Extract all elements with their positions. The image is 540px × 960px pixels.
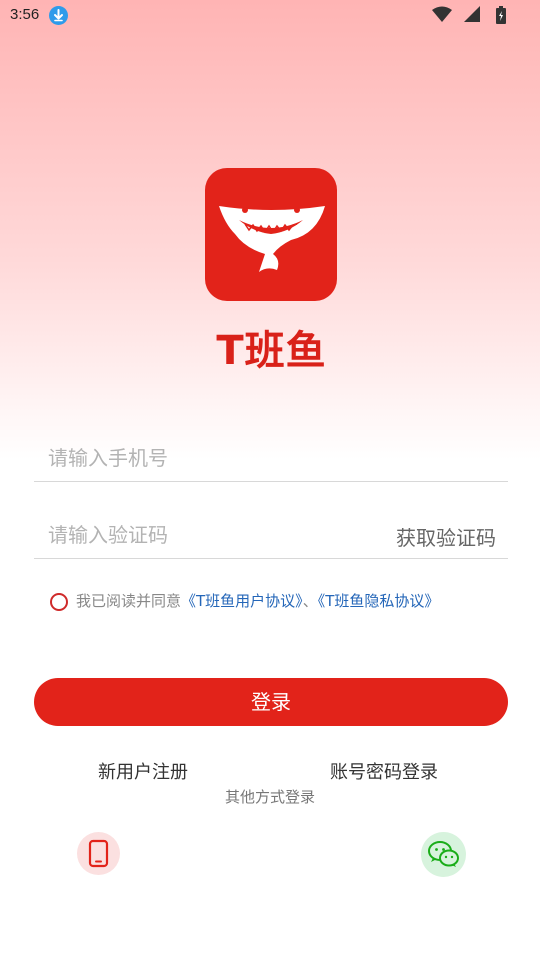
phone-icon: [88, 839, 109, 868]
signal-icon: [464, 6, 480, 26]
agreement-separator: 、: [302, 592, 318, 610]
code-field[interactable]: 获取验证码: [34, 510, 508, 559]
phone-login-button[interactable]: [77, 832, 120, 875]
battery-icon: [496, 6, 506, 28]
privacy-policy-link[interactable]: 《T班鱼隐私协议》: [318, 592, 440, 610]
status-icons: [416, 6, 506, 24]
status-time: 3:56: [10, 6, 40, 23]
brand-name: T班鱼: [216, 328, 327, 374]
status-bar: 3:56: [0, 0, 540, 32]
wifi-icon: [432, 6, 452, 26]
user-agreement-link[interactable]: 《T班鱼用户协议》: [181, 592, 303, 610]
register-link[interactable]: 新用户注册: [98, 758, 188, 784]
download-icon: [49, 6, 68, 25]
password-login-link[interactable]: 账号密码登录: [330, 758, 438, 784]
wechat-icon: [428, 841, 459, 867]
wechat-login-button[interactable]: [421, 832, 466, 877]
agreement-prefix: 我已阅读并同意: [76, 592, 182, 610]
get-code-button[interactable]: 获取验证码: [396, 522, 496, 551]
code-input[interactable]: [46, 516, 370, 554]
login-button[interactable]: 登录: [34, 678, 508, 726]
phone-field[interactable]: [34, 433, 508, 482]
phone-input[interactable]: [46, 439, 370, 477]
agreement-checkbox[interactable]: [50, 593, 68, 611]
other-methods-label: 其他方式登录: [224, 788, 315, 806]
app-logo: [205, 168, 337, 301]
agreement-text: 我已阅读并同意《T班鱼用户协议》、《T班鱼隐私协议》: [76, 590, 439, 611]
shark-logo-icon: [219, 206, 325, 272]
